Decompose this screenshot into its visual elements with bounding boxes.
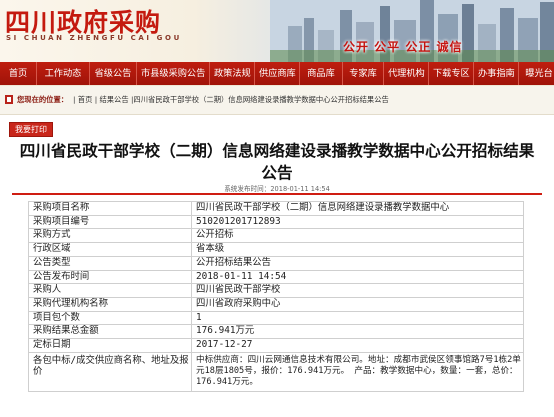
nav-item[interactable]: 省级公告 — [90, 62, 136, 85]
nav-item[interactable]: 首页 — [0, 62, 36, 85]
breadcrumb-path[interactable]: | 首页 | 结果公告 |四川省民政干部学校（二期）信息网络建设录播教学数据中心… — [73, 86, 389, 114]
table-key-cell: 各包中标/成交供应商名称、地址及报价 — [28, 351, 192, 392]
table-key-cell: 采购项目编号 — [28, 214, 192, 230]
nav-item[interactable]: 下载专区 — [429, 62, 473, 85]
nav-item[interactable]: 政策法规 — [210, 62, 254, 85]
table-row: 行政区域 省本级 — [28, 242, 524, 257]
table-value-cell: 中标供应商：四川云网通信息技术有限公司。地址：成都市武侯区领事馆路7号1栋2单元… — [191, 351, 524, 392]
location-icon — [5, 95, 13, 104]
table-key-cell: 行政区域 — [28, 242, 192, 257]
table-row: 采购结果总金额 176.941万元 — [28, 324, 524, 340]
nav-item[interactable]: 专家库 — [343, 62, 383, 85]
table-value-cell: 公开招标结果公告 — [191, 255, 524, 271]
article-title: 四川省民政干部学校（二期）信息网络建设录播教学数据中心公开招标结果公告 — [19, 142, 535, 182]
table-key-cell: 采购结果总金额 — [28, 324, 192, 340]
table-row: 各包中标/成交供应商名称、地址及报价 中标供应商：四川云网通信息技术有限公司。地址… — [28, 351, 524, 392]
table-key-cell: 采购方式 — [28, 228, 192, 244]
table-key-cell: 公告发布时间 — [28, 269, 192, 285]
nav-item[interactable]: 曝光台 — [519, 62, 554, 85]
breadcrumb-label: 您现在的位置： — [17, 95, 69, 104]
table-row: 采购项目名称 四川省民政干部学校（二期）信息网络建设录播教学数据中心 — [28, 201, 524, 216]
table-key-cell: 采购代理机构名称 — [28, 296, 192, 312]
table-value-cell: 四川省民政干部学校 — [191, 283, 524, 298]
table-value-cell: 1 — [191, 310, 524, 326]
table-key-cell: 项目包个数 — [28, 310, 192, 326]
main-nav: 首页 工作动态 省级公告 市县级采购公告 政策法规 供应商库 商品库 专家库 代理机构 下载专区办… — [0, 62, 554, 85]
table-row: 采购方式 公开招标 — [28, 228, 524, 244]
site-logo-subtitle: SI CHUAN ZHENGFU CAI GOU — [6, 34, 182, 42]
table-key-cell: 定标日期 — [28, 338, 192, 353]
nav-item[interactable]: 代理机构 — [384, 62, 428, 85]
table-row: 采购人 四川省民政干部学校 — [28, 283, 524, 298]
table-row: 采购项目编号 510201201712893 — [28, 214, 524, 230]
table-key-cell: 采购人 — [28, 283, 192, 298]
table-value-cell: 2018-01-11 14:54 — [191, 269, 524, 285]
table-row: 项目包个数 1 — [28, 310, 524, 326]
table-value-cell: 四川省政府采购中心 — [191, 296, 524, 312]
header-banner: 四川政府采购 SI CHUAN ZHENGFU CAI GOU 公开 公平 公正… — [0, 0, 554, 63]
nav-item[interactable]: 商品库 — [300, 62, 342, 85]
slogan: 公开 公平 公正 诚信 — [343, 40, 463, 54]
nav-item[interactable]: 工作动态 — [37, 62, 89, 85]
table-value-cell: 公开招标 — [191, 228, 524, 244]
table-value-cell: 510201201712893 — [191, 214, 524, 230]
publish-time: 系统发布时间：2018-01-11 14:54 — [224, 185, 330, 193]
print-button[interactable]: 我要打印 — [9, 122, 53, 137]
table-key-cell: 公告类型 — [28, 255, 192, 271]
table-row: 公告发布时间 2018-01-11 14:54 — [28, 269, 524, 285]
table-row: 采购代理机构名称 四川省政府采购中心 — [28, 296, 524, 312]
nav-item[interactable]: 市县级采购公告 — [137, 62, 209, 85]
breadcrumb: 您现在的位置： | 首页 | 结果公告 |四川省民政干部学校（二期）信息网络建设… — [0, 85, 554, 115]
table-value-cell: 176.941万元 — [191, 324, 524, 340]
table-key-cell: 采购项目名称 — [28, 201, 192, 216]
table-row: 公告类型 公开招标结果公告 — [28, 255, 524, 271]
info-table: 采购项目名称 四川省民政干部学校（二期）信息网络建设录播教学数据中心 采购项目编号 5… — [28, 201, 524, 417]
nav-item[interactable]: 办事指南 — [474, 62, 518, 85]
table-value-cell: 四川省民政干部学校（二期）信息网络建设录播教学数据中心 — [191, 201, 524, 216]
nav-item[interactable]: 供应商库 — [255, 62, 299, 85]
table-row: 定标日期 2017-12-27 — [28, 338, 524, 353]
table-value-cell: 省本级 — [191, 242, 524, 257]
title-divider — [12, 193, 542, 195]
table-value-cell: 2017-12-27 — [191, 338, 524, 353]
